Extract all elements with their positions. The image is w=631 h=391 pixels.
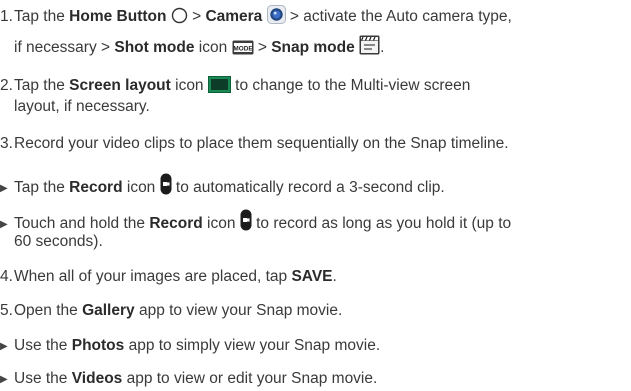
step-1-line-1: 1.Tap the Home Button > Camera > activat… [0, 5, 512, 30]
step-number: 4. [0, 268, 13, 285]
gallery-label: Gallery [82, 302, 135, 319]
step-text: . [380, 39, 385, 56]
shot-mode-icon-text: MODE [233, 45, 253, 52]
record-label: Record [149, 215, 203, 232]
step-3-line-1: 3.Record your video clips to place them … [0, 134, 509, 154]
camera-app-icon [266, 5, 286, 30]
bullet-text: app to simply view your Snap movie. [124, 337, 381, 354]
bullet-marker: ▶ [0, 183, 8, 194]
shot-mode-label: Shot mode [114, 39, 195, 56]
bullet-text: 60 seconds). [14, 233, 103, 250]
home-button-label: Home Button [69, 8, 167, 25]
snap-mode-label: Snap mode [271, 39, 355, 56]
bullet-text: app to view or edit your Snap movie. [122, 370, 378, 387]
step-text: icon [194, 39, 232, 56]
step-text: Record your video clips to place them se… [14, 135, 509, 152]
step-number: 2. [0, 77, 13, 94]
step-text: > [253, 39, 272, 56]
record-label: Record [69, 179, 123, 196]
shot-mode-icon: MODE [232, 40, 254, 61]
step-5-line-1: 5.Open the Gallery app to view your Snap… [0, 301, 342, 321]
instructions-page: 1.Tap the Home Button > Camera > activat… [0, 0, 631, 391]
camera-label: Camera [205, 8, 263, 25]
bullet-text: Use the [14, 337, 72, 354]
step-text: Tap the [14, 8, 70, 25]
bullet-text: to automatically record a 3-second clip. [171, 179, 445, 196]
screen-layout-icon [207, 76, 231, 99]
videos-label: Videos [71, 370, 123, 387]
step-4-line-1: 4.When all of your images are placed, ta… [0, 267, 337, 287]
step-2-line-2: layout, if necessary. [14, 97, 150, 117]
step-text: Open the [14, 302, 83, 319]
step-text: Tap the [14, 77, 70, 94]
bullet-4-line-1: ▶ Use the Videos app to view or edit your… [0, 369, 377, 390]
bullet-text: Touch and hold the [14, 215, 150, 232]
step-text: > activate the Auto camera type, [285, 8, 512, 25]
step-number: 3. [0, 135, 13, 152]
record-icon [160, 173, 172, 201]
bullet-3-line-1: ▶ Use the Photos app to simply view your … [0, 336, 380, 357]
step-text: if necessary > [14, 39, 115, 56]
record-icon [240, 209, 252, 237]
bullet-text: Tap the [14, 179, 70, 196]
snap-mode-icon [359, 35, 380, 61]
step-2-line-1: 2.Tap the Screen layout icon to change t… [0, 76, 470, 99]
photos-label: Photos [71, 337, 125, 354]
step-text: to change to the Multi-view screen [230, 77, 471, 94]
step-number: 5. [0, 302, 13, 319]
step-text: icon [170, 77, 208, 94]
screen-layout-label: Screen layout [69, 77, 171, 94]
bullet-marker: ▶ [0, 219, 8, 230]
step-1-line-2: if necessary > Shot mode icon MODE > Sna… [14, 35, 384, 61]
bullet-marker: ▶ [0, 341, 8, 352]
bullet-marker: ▶ [0, 374, 8, 385]
bullet-text: icon [122, 179, 160, 196]
home-button-icon [171, 7, 188, 30]
step-text: layout, if necessary. [14, 98, 150, 115]
bullet-text: Use the [14, 370, 72, 387]
step-text: > [187, 8, 206, 25]
bullet-2-line-2: 60 seconds). [14, 232, 103, 252]
step-text: . [332, 268, 337, 285]
step-text: When all of your images are placed, tap [14, 268, 292, 285]
save-label: SAVE [291, 268, 333, 285]
step-number: 1. [0, 8, 13, 25]
bullet-1-line-1: ▶ Tap the Record icon to automatically re… [0, 173, 445, 201]
step-text: app to view your Snap movie. [134, 302, 343, 319]
bullet-text: to record as long as you hold it (up to [251, 215, 512, 232]
bullet-text: icon [202, 215, 240, 232]
